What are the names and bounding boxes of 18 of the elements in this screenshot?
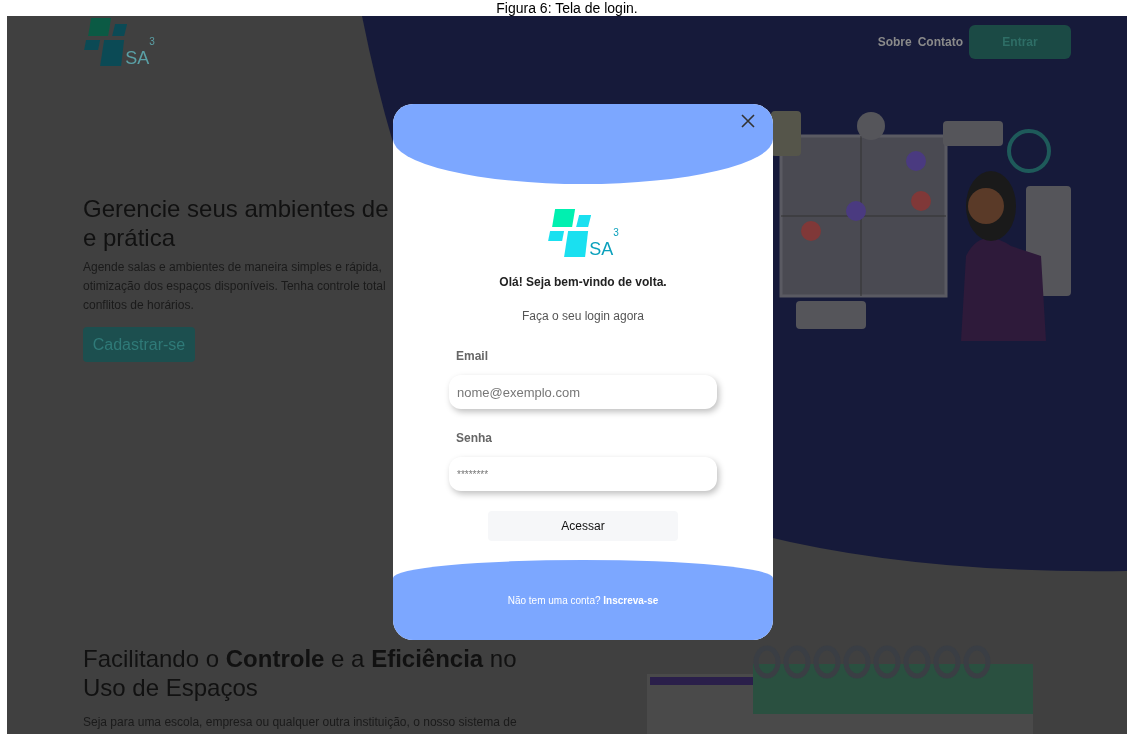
logo-icon (547, 207, 592, 259)
submit-button[interactable]: Acessar (488, 511, 678, 541)
logo-text: SA (125, 48, 150, 68)
greeting-title: Olá! Seja bem-vindo de volta. (499, 274, 667, 291)
logo-superscript: 3 (149, 37, 155, 47)
field-label: Email (456, 348, 489, 365)
text-field[interactable]: ******** (449, 457, 717, 491)
figure-caption: Figura 6: Tela de login. (495, 0, 639, 16)
signup-prompt: Não tem uma conta? Inscreva-se (507, 593, 659, 608)
login-subtitle: Faça o seu login agora (521, 308, 645, 325)
logo-icon (83, 16, 128, 68)
nav-link[interactable]: Sobre (877, 33, 912, 51)
logo-text: SA (589, 239, 614, 259)
field-label: Senha (456, 430, 493, 447)
logo-superscript: 3 (613, 228, 619, 238)
close-button[interactable] (739, 112, 757, 130)
text-field[interactable]: nome@exemplo.com (449, 375, 717, 409)
nav-link[interactable]: Contato (917, 33, 963, 51)
